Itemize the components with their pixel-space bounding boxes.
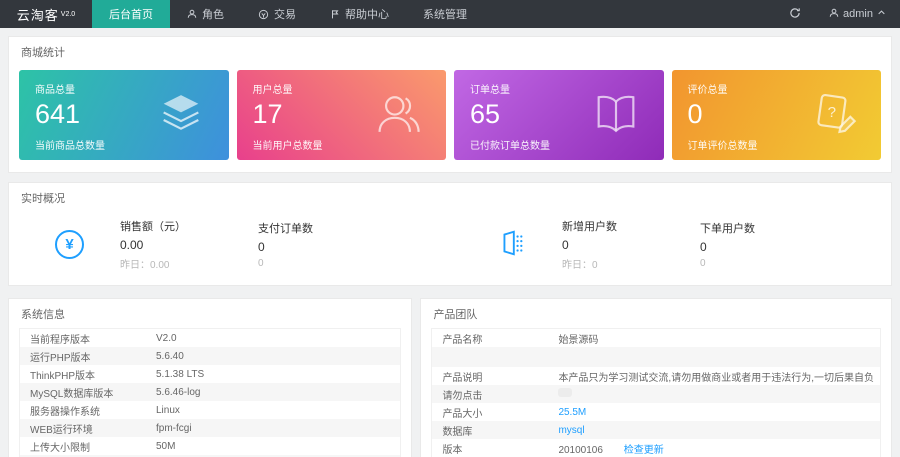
table-row: 数据库 mysql <box>432 421 880 439</box>
table-row: 产品说明 本产品只为学习测试交流,请勿用做商业或者用于违法行为,一切后果自负 <box>432 367 880 385</box>
yuan-circle-icon: ¥ <box>55 230 84 259</box>
bottom-row: 系统信息 当前程序版本 V2.0 运行PHP版本 5.6.40 ThinkPHP… <box>8 298 892 457</box>
file-edit-icon: ? <box>807 88 859 143</box>
database-link[interactable]: mysql <box>558 425 584 436</box>
table-row: 版本 20100106 检查更新 <box>432 439 880 457</box>
layers-icon <box>155 88 207 143</box>
user-icon <box>187 9 197 19</box>
table-row: 上传大小限制 50M <box>20 437 400 455</box>
table-row: MySQL数据库版本 5.6.46-log <box>20 383 400 401</box>
refresh-icon <box>789 7 801 22</box>
nav-item-home[interactable]: 后台首页 <box>92 0 170 28</box>
building-door-icon <box>496 228 526 261</box>
stat-card-products: 商品总量 641 当前商品总数量 <box>19 70 229 160</box>
nav-spacer <box>484 0 775 28</box>
product-size-link[interactable]: 25.5M <box>558 407 586 418</box>
realtime-group-ordering-users: 下单用户数 0 0 <box>700 220 838 269</box>
logo-text: 云淘客 <box>17 5 59 24</box>
realtime-panel: 实时概况 ¥ 销售额（元） 0.00 昨日：0.00 支付订单数 0 0 <box>8 182 892 286</box>
product-team-table: 产品名称 始景源码 产品说明 本产品只为学习测试交流,请勿用做商业或者用于违法行… <box>431 328 881 457</box>
user-menu[interactable]: admin <box>815 0 900 28</box>
realtime-panel-title: 实时概况 <box>9 183 891 210</box>
stat-cards-row: 商品总量 641 当前商品总数量 用户总量 17 当前用户总数量 <box>9 64 891 172</box>
table-row: 运行PHP版本 5.6.40 <box>20 347 400 365</box>
realtime-group-new-users: 新增用户数 0 昨日：0 <box>562 218 700 271</box>
chevron-up-icon <box>877 8 886 20</box>
table-row: 当前程序版本 V2.0 <box>20 329 400 347</box>
system-info-panel: 系统信息 当前程序版本 V2.0 运行PHP版本 5.6.40 ThinkPHP… <box>8 298 412 457</box>
realtime-right: 新增用户数 0 昨日：0 下单用户数 0 0 <box>450 218 891 271</box>
hidden-link-placeholder[interactable] <box>558 388 572 397</box>
top-navbar: 云淘客 V2.0 后台首页 角色 交易 帮助中心 系统管理 <box>0 0 900 28</box>
book-icon <box>590 88 642 143</box>
nav-item-trade[interactable]: 交易 <box>241 0 313 28</box>
system-info-title: 系统信息 <box>9 299 411 326</box>
realtime-left: ¥ 销售额（元） 0.00 昨日：0.00 支付订单数 0 0 <box>9 218 450 271</box>
table-row-empty <box>432 347 880 367</box>
stat-card-reviews: 评价总量 0 订单评价总数量 ? <box>672 70 882 160</box>
flag-icon <box>330 9 340 19</box>
stat-card-orders: 订单总量 65 已付款订单总数量 <box>454 70 664 160</box>
refresh-button[interactable] <box>775 0 815 28</box>
username: admin <box>843 8 873 20</box>
stats-panel: 商城统计 商品总量 641 当前商品总数量 用户总量 17 当前用户总数量 <box>8 36 892 173</box>
system-info-table: 当前程序版本 V2.0 运行PHP版本 5.6.40 ThinkPHP版本 5.… <box>19 328 401 457</box>
table-row: WEB运行环境 fpm-fcgi <box>20 419 400 437</box>
check-update-link[interactable]: 检查更新 <box>624 445 664 456</box>
version-value: 20100106 <box>558 445 603 456</box>
svg-text:?: ? <box>828 104 836 121</box>
table-row: 服务器操作系统 Linux <box>20 401 400 419</box>
nav-item-system[interactable]: 系统管理 <box>406 0 484 28</box>
table-row: 产品名称 始景源码 <box>432 329 880 347</box>
realtime-group-sales: 销售额（元） 0.00 昨日：0.00 <box>120 218 258 271</box>
logo-version: V2.0 <box>61 11 75 18</box>
coin-icon <box>258 9 269 20</box>
stats-panel-title: 商城统计 <box>9 37 891 64</box>
nav-item-roles[interactable]: 角色 <box>170 0 241 28</box>
table-row: ThinkPHP版本 5.1.38 LTS <box>20 365 400 383</box>
table-row: 请勿点击 <box>432 385 880 403</box>
users-icon <box>372 88 424 143</box>
realtime-row: ¥ 销售额（元） 0.00 昨日：0.00 支付订单数 0 0 <box>9 210 891 285</box>
product-team-title: 产品团队 <box>421 299 891 326</box>
realtime-group-paid-orders: 支付订单数 0 0 <box>258 220 396 269</box>
app-logo: 云淘客 V2.0 <box>0 0 92 28</box>
nav-item-help[interactable]: 帮助中心 <box>313 0 406 28</box>
stat-card-users: 用户总量 17 当前用户总数量 <box>237 70 447 160</box>
product-team-panel: 产品团队 产品名称 始景源码 产品说明 本产品只为学习测试交流,请勿用做商业或者… <box>420 298 892 457</box>
table-row: 产品大小 25.5M <box>432 403 880 421</box>
user-icon <box>829 8 839 21</box>
